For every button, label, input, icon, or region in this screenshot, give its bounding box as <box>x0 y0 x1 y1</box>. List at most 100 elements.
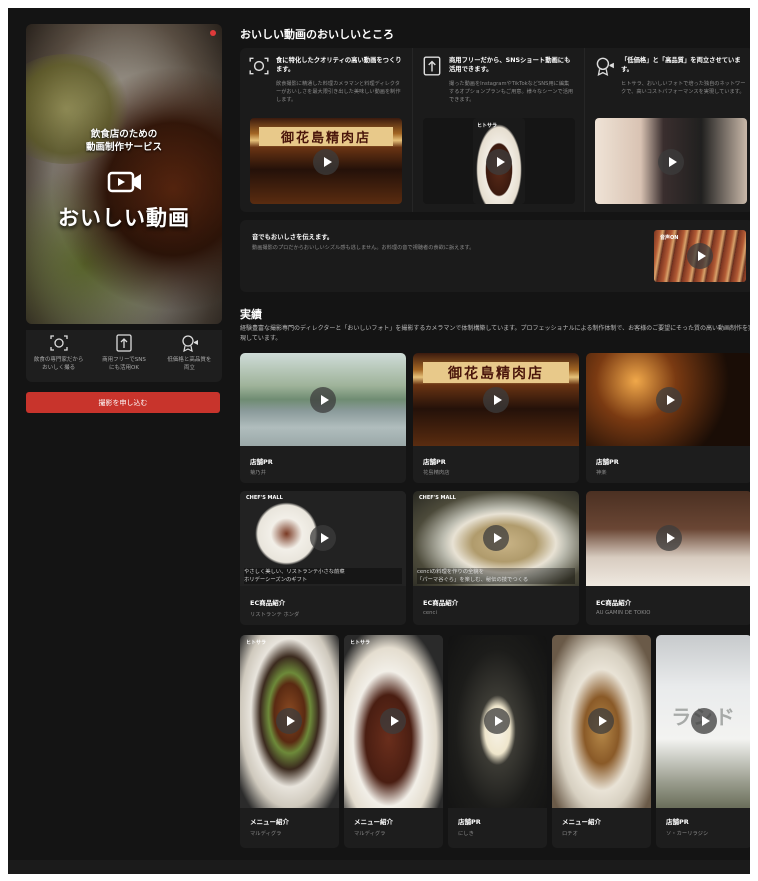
upload-arrow-icon <box>423 56 441 76</box>
card-category: 店舗PR <box>458 818 481 826</box>
card-name: にしき <box>458 831 474 837</box>
hero-brand-title: おいしい動画 <box>58 206 190 230</box>
play-icon[interactable] <box>656 387 682 413</box>
play-icon[interactable] <box>658 149 684 175</box>
play-icon[interactable] <box>380 708 406 734</box>
left-feature-label: 飲食の専門家だから おいしく撮る <box>33 357 84 371</box>
feature-video-thumbnail[interactable]: 御花島精肉店 <box>250 118 402 204</box>
footer-band <box>8 860 750 874</box>
play-icon[interactable] <box>310 525 336 551</box>
hero-subtitle: 飲食店のための 動画制作サービス <box>26 128 222 154</box>
page-frame: 飲食店のための 動画制作サービス おいしい動画 飲食の専門家だから おいしく撮る… <box>8 8 750 874</box>
card-category: メニュー紹介 <box>250 818 289 826</box>
card-category: EC商品紹介 <box>423 599 459 607</box>
sound-feature-title: 音でもおいしさを伝えます。 <box>252 234 334 241</box>
focus-camera-icon <box>50 335 68 351</box>
card-name: cenci <box>423 610 437 616</box>
card-name: 花島精肉店 <box>423 470 450 476</box>
card-name: 菊乃井 <box>250 470 266 476</box>
left-feature-label: 低価格と高品質を 両立 <box>167 357 212 371</box>
feature-description: 撮った動画をInstagramやTikTokなどSNS用に編集するオプションプラ… <box>449 81 574 103</box>
achievement-card[interactable]: 店舗PR 神楽 <box>586 353 750 483</box>
hitosara-logo: ヒトサラ <box>350 640 371 646</box>
achievement-card[interactable]: CHEF'S MALL やさしく美しい、リストランテ小さな前菜 ホリデーシーズン… <box>240 491 406 625</box>
play-icon[interactable] <box>483 525 509 551</box>
hero-subtitle-line1: 飲食店のための <box>90 129 158 140</box>
achievement-card[interactable]: ヒトサラ メニュー紹介 マルディグラ <box>344 635 443 848</box>
hitosara-logo: ヒトサラ <box>246 640 267 646</box>
feature-description: 飲食撮影に精通した料理カメラマンと料理ディレクターがおいしさを最大限引き出した美… <box>276 81 401 103</box>
card-name: リストランテ ホンダ <box>250 612 300 618</box>
feature-video-thumbnail[interactable]: ヒトサラ <box>423 118 575 204</box>
play-icon[interactable] <box>691 708 717 734</box>
play-icon[interactable] <box>656 525 682 551</box>
card-name: マルディグラ <box>354 831 386 837</box>
card-category: 店舗PR <box>666 818 689 826</box>
achievement-card[interactable]: メニュー紹介 ロチオ <box>552 635 651 848</box>
card-category: メニュー紹介 <box>354 818 393 826</box>
focus-camera-icon <box>249 57 269 75</box>
card-category: 店舗PR <box>250 458 273 466</box>
card-name: ソ・カーリラジシ <box>666 831 709 837</box>
play-icon[interactable] <box>313 149 339 175</box>
sound-on-label: 音声ON <box>660 235 679 241</box>
achievement-card[interactable]: 店舗PR にしき <box>448 635 547 848</box>
play-icon[interactable] <box>276 708 302 734</box>
achievement-card[interactable]: 御花島精肉店 店舗PR 花島精肉店 <box>413 353 579 483</box>
award-camera-icon <box>596 57 614 76</box>
feature-title: 商用フリーだから、SNSショート動画にも活用できます。 <box>449 57 571 73</box>
play-icon[interactable] <box>310 387 336 413</box>
play-icon[interactable] <box>486 149 512 175</box>
sound-video-thumbnail[interactable]: 音声ON <box>654 230 746 282</box>
play-icon[interactable] <box>484 708 510 734</box>
feature-description: ヒトサラ、おいしいフォトで培った独自のネットワークで、高いコストパフォーマンスを… <box>621 81 746 95</box>
features-panel: 食に特化したクオリティの高い動画をつくります。 飲食撮影に精通した料理カメラマン… <box>240 48 750 212</box>
left-feature-strip: 飲食の専門家だから おいしく撮る 商用フリーでSNS にも活用OK 低価格と高品… <box>26 330 222 382</box>
features-section-title: おいしい動画のおいしいところ <box>240 28 394 41</box>
feature-title: 食に特化したクオリティの高い動画をつくります。 <box>276 57 402 73</box>
play-icon[interactable] <box>687 243 713 269</box>
chefs-mall-logo: CHEF'S MALL <box>246 495 283 501</box>
hero-red-dot <box>210 30 216 36</box>
upload-arrow-icon <box>116 334 132 352</box>
hero-banner: 飲食店のための 動画制作サービス おいしい動画 <box>26 24 222 324</box>
card-category: 店舗PR <box>596 458 619 466</box>
card-name: AU GAMIN DE TOKIO <box>596 610 651 616</box>
feature-column: 「低価格」と「高品質」を両立させています。 ヒトサラ、おいしいフォトで培った独自… <box>584 48 750 212</box>
achievements-description: 経験豊富な撮影専門のディレクターと「おいしいフォト」を撮影するカメラマンで体制構… <box>240 325 750 342</box>
hitosara-logo: ヒトサラ <box>477 123 498 129</box>
achievement-card[interactable]: ヒトサラ メニュー紹介 マルディグラ <box>240 635 339 848</box>
shop-sign: 御花島精肉店 <box>259 126 393 146</box>
sound-feature-description: 動画撮影のプロだからおいしいシズル感も逃しません。お料理の音で視聴者の食欲に訴え… <box>252 245 475 251</box>
feature-video-thumbnail[interactable] <box>595 118 747 204</box>
card-name: マルディグラ <box>250 831 282 837</box>
card-caption: やさしく美しい、リストランテ小さな前菜 ホリデーシーズンのギフト <box>244 568 402 584</box>
card-category: EC商品紹介 <box>596 599 632 607</box>
play-icon[interactable] <box>483 387 509 413</box>
achievements-section-title: 実績 <box>240 308 262 321</box>
left-feature-item: 飲食の専門家だから おいしく撮る <box>26 330 91 382</box>
chefs-mall-logo: CHEF'S MALL <box>419 495 456 501</box>
left-feature-item: 低価格と高品質を 両立 <box>157 330 222 382</box>
card-category: 店舗PR <box>423 458 446 466</box>
card-name: 神楽 <box>596 470 607 476</box>
card-category: メニュー紹介 <box>562 818 601 826</box>
play-icon[interactable] <box>588 708 614 734</box>
hero-subtitle-line2: 動画制作サービス <box>85 142 162 153</box>
achievement-card[interactable]: 店舗PR 菊乃井 <box>240 353 406 483</box>
card-caption: cenciの料理を作りの全貌を 「パーマ谷ぐら」を楽しむ、秘伝の技でつくる <box>417 568 575 584</box>
achievement-card[interactable]: EC商品紹介 AU GAMIN DE TOKIO <box>586 491 750 625</box>
card-name: ロチオ <box>562 831 578 837</box>
sound-feature-card: 音でもおいしさを伝えます。 動画撮影のプロだからおいしいシズル感も逃しません。お… <box>240 220 750 292</box>
award-camera-icon <box>182 335 199 352</box>
feature-column: 食に特化したクオリティの高い動画をつくります。 飲食撮影に精通した料理カメラマン… <box>240 48 410 212</box>
shop-sign: 御花島精肉店 <box>422 362 570 383</box>
feature-title: 「低価格」と「高品質」を両立させています。 <box>621 57 741 73</box>
apply-shooting-button[interactable]: 撮影を申し込む <box>26 392 220 413</box>
achievement-card[interactable]: ラシド 店舗PR ソ・カーリラジシ <box>656 635 750 848</box>
video-camera-icon <box>107 171 141 193</box>
left-feature-label: 商用フリーでSNS にも活用OK <box>102 357 146 371</box>
card-category: EC商品紹介 <box>250 599 286 607</box>
left-feature-item: 商用フリーでSNS にも活用OK <box>91 330 156 382</box>
achievement-card[interactable]: CHEF'S MALL cenciの料理を作りの全貌を 「パーマ谷ぐら」を楽しむ… <box>413 491 579 625</box>
